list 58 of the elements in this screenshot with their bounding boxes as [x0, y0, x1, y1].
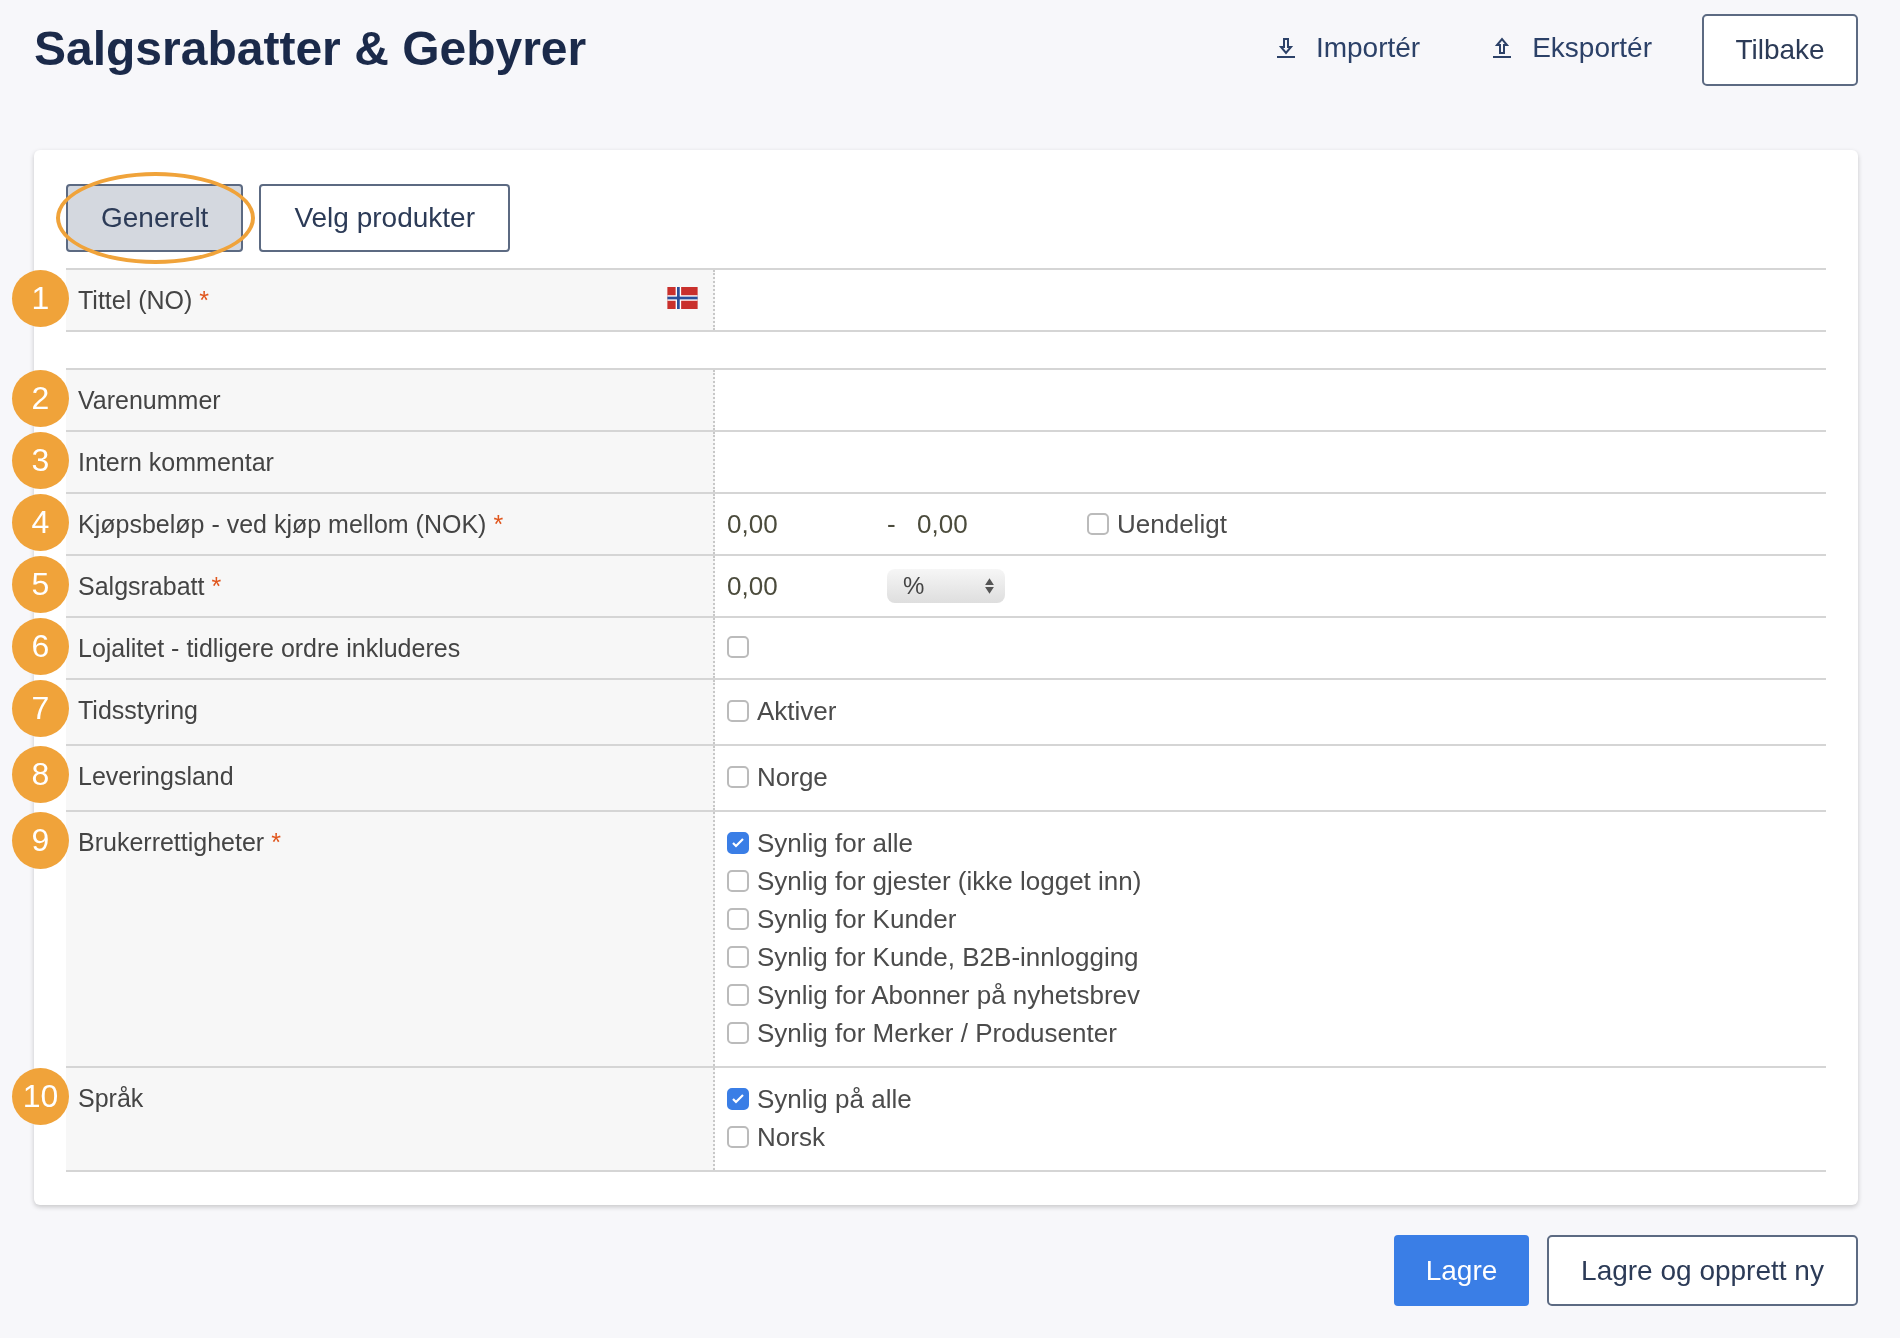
checkbox-option[interactable]: Norge — [727, 758, 828, 796]
range-separator: - — [887, 508, 897, 540]
checkbox-option[interactable]: Synlig for Kunde, B2B-innlogging — [727, 938, 1142, 976]
field-label: Lojalitet - tidligere ordre inkluderes — [78, 634, 461, 663]
amount-field[interactable]: 0,00 — [917, 508, 1087, 540]
field-label: Tidsstyring — [78, 696, 198, 725]
checkbox[interactable] — [727, 766, 749, 788]
field-label: Tittel (NO) * — [78, 286, 210, 315]
checkbox-option[interactable]: Norsk — [727, 1118, 912, 1156]
tab[interactable]: Generelt — [66, 184, 244, 252]
number-badge: 10 — [12, 1068, 69, 1125]
save-and-new-button[interactable]: Lagre og opprett ny — [1547, 1235, 1858, 1306]
checkbox-option[interactable]: Synlig for alle — [727, 824, 1142, 862]
checkbox[interactable] — [727, 984, 749, 1006]
number-badge: 2 — [12, 370, 69, 427]
number-badge: 5 — [12, 556, 69, 613]
checkbox[interactable] — [727, 1126, 749, 1148]
checkbox-option[interactable]: Aktiver — [727, 692, 837, 730]
number-badge: 9 — [12, 812, 69, 869]
field-label: Brukerrettigheter * — [78, 828, 281, 857]
checkbox[interactable] — [727, 700, 749, 722]
checkbox-option[interactable]: Synlig for Merker / Produsenter — [727, 1014, 1142, 1052]
field-label: Varenummer — [78, 386, 221, 415]
flag-icon — [666, 287, 699, 309]
checkbox-option[interactable]: Synlig for Kunder — [727, 900, 1142, 938]
unit-select[interactable]: % — [887, 569, 1005, 603]
field-label: Språk — [78, 1084, 144, 1113]
import-link[interactable]: Importér — [1273, 32, 1421, 64]
number-badge: 8 — [12, 746, 69, 803]
checkbox[interactable] — [727, 946, 749, 968]
checkbox[interactable] — [727, 832, 749, 854]
spinner-arrows-icon — [984, 577, 995, 595]
page-title: Salgsrabatter & Gebyrer — [34, 20, 587, 76]
checkbox[interactable] — [727, 636, 749, 658]
checkbox-option[interactable]: Synlig på alle — [727, 1080, 912, 1118]
discount-field[interactable]: 0,00 — [727, 570, 887, 602]
export-link[interactable]: Eksportér — [1490, 32, 1652, 64]
tab[interactable]: Velg produkter — [259, 184, 510, 252]
checkbox[interactable] — [727, 908, 749, 930]
number-badge: 3 — [12, 432, 69, 489]
number-badge: 7 — [12, 680, 69, 737]
checkbox[interactable] — [727, 1022, 749, 1044]
checkbox-option[interactable]: Synlig for Abonner på nyhetsbrev — [727, 976, 1142, 1014]
checkbox[interactable] — [1087, 513, 1109, 535]
number-badge: 6 — [12, 618, 69, 675]
checkbox-option[interactable]: Uendeligt — [1087, 505, 1227, 543]
field-label: Intern kommentar — [78, 448, 274, 477]
field-label: Kjøpsbeløp - ved kjøp mellom (NOK) * — [78, 510, 504, 539]
field-label: Salgsrabatt * — [78, 572, 222, 601]
checkbox[interactable] — [727, 1088, 749, 1110]
number-badge: 1 — [12, 270, 69, 327]
amount-field[interactable]: 0,00 — [727, 508, 887, 540]
field-label: Leveringsland — [78, 762, 234, 791]
checkbox[interactable] — [727, 870, 749, 892]
save-button[interactable]: Lagre — [1394, 1235, 1529, 1306]
number-badge: 4 — [12, 494, 69, 551]
checkbox-option[interactable]: Synlig for gjester (ikke logget inn) — [727, 862, 1142, 900]
back-button[interactable]: Tilbake — [1702, 14, 1858, 86]
